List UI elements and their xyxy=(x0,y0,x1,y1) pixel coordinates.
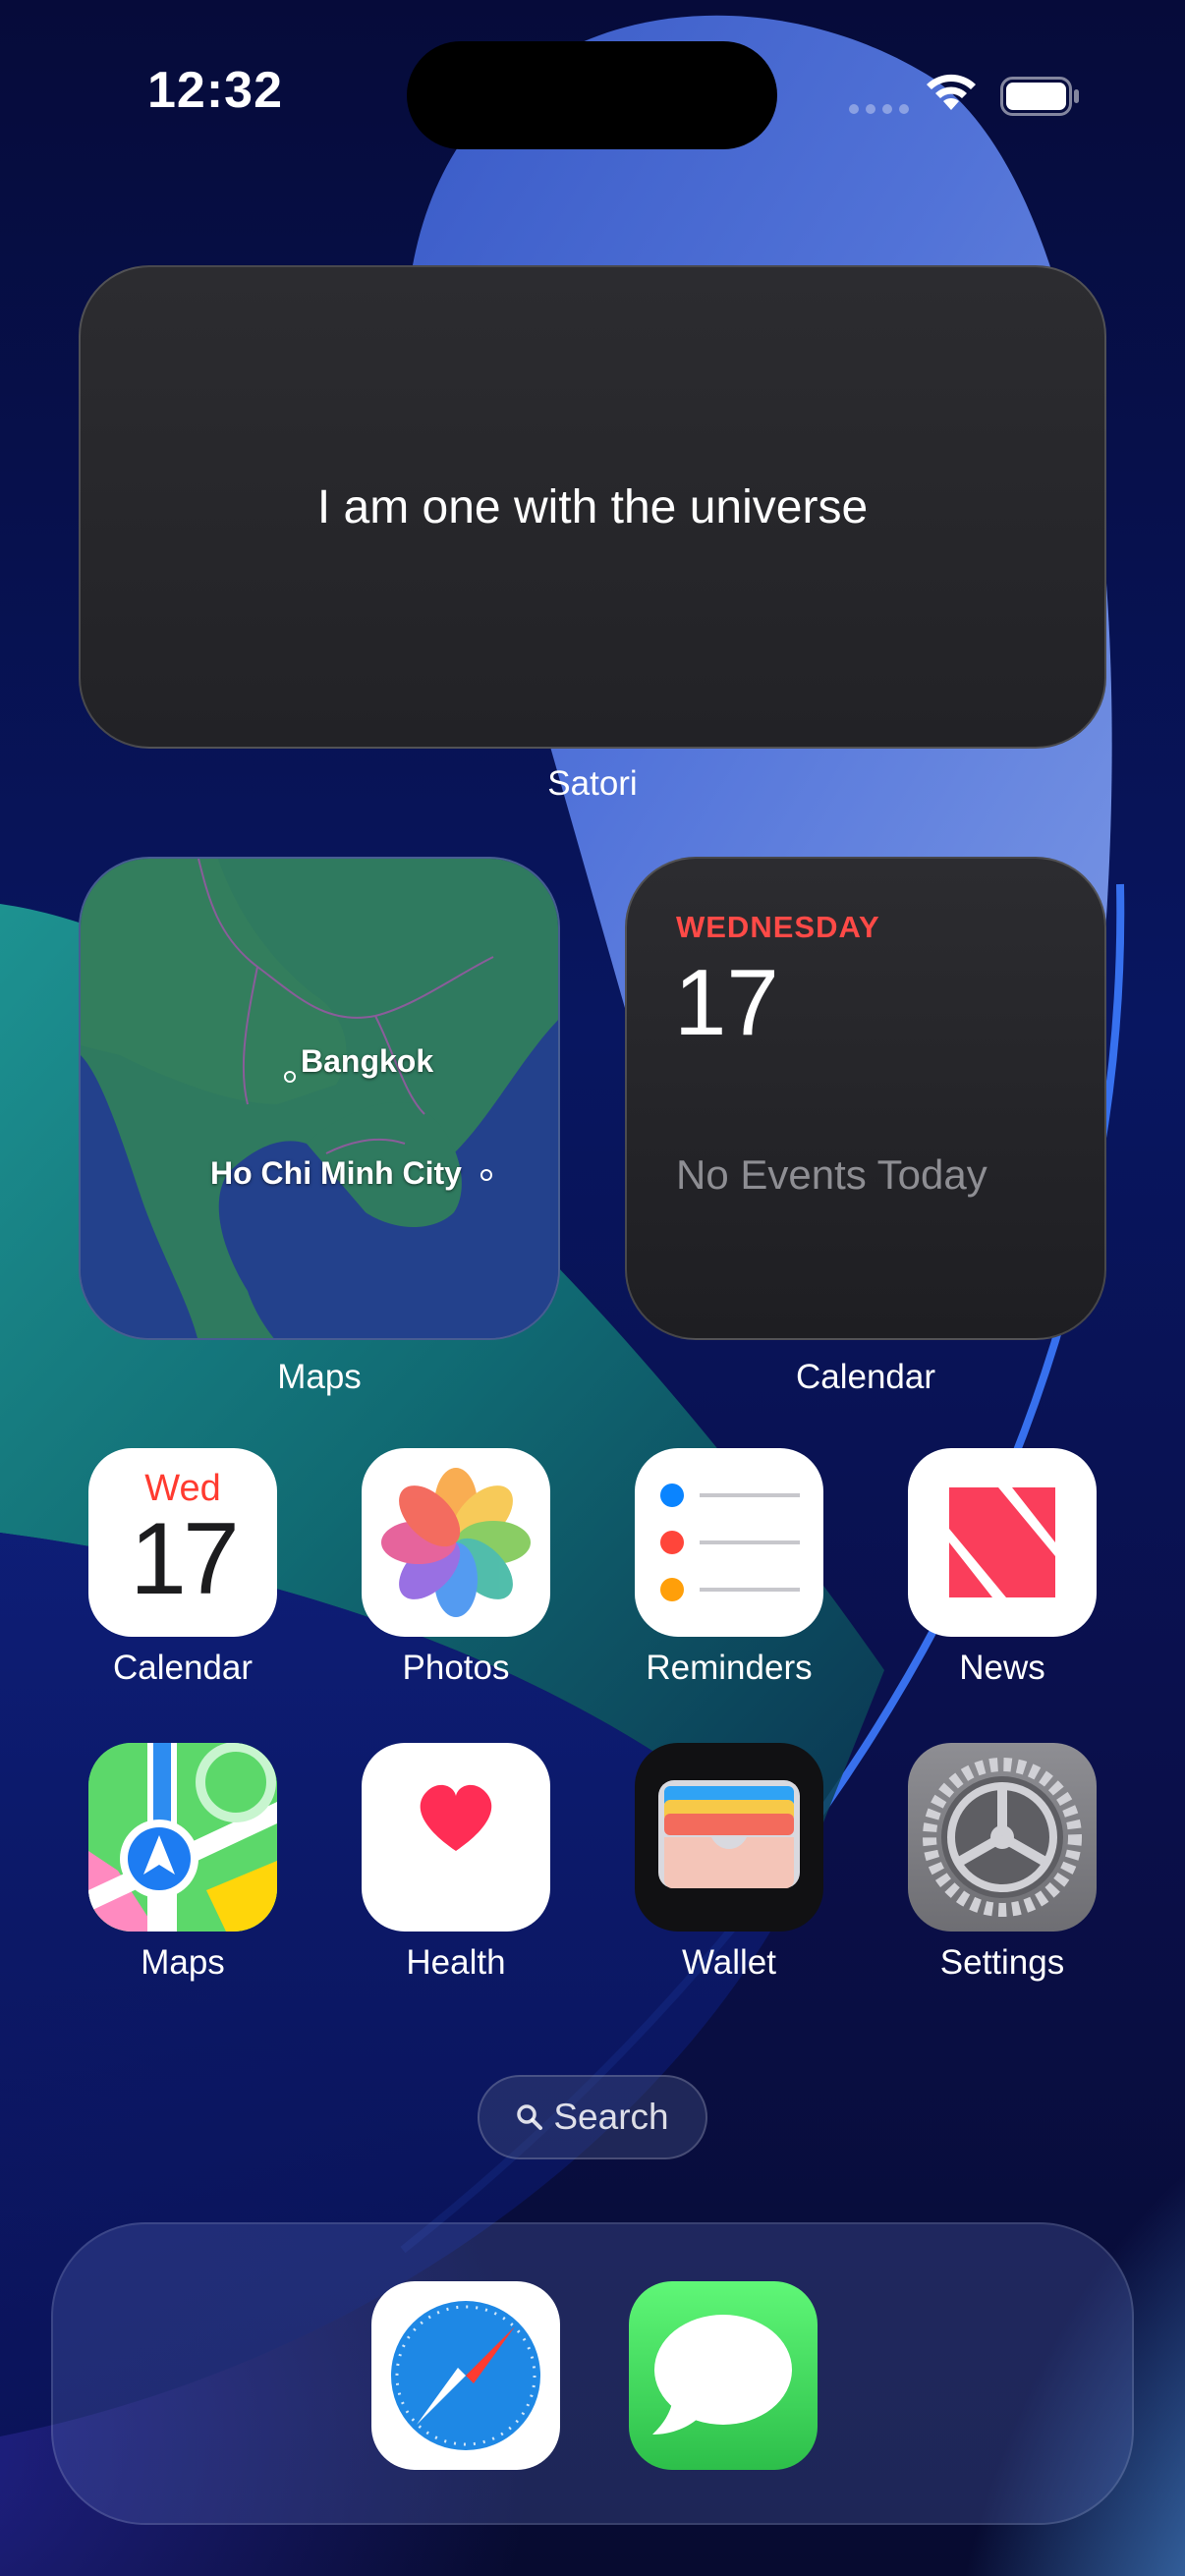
health-icon xyxy=(362,1743,550,1932)
app-reminders[interactable]: Reminders xyxy=(635,1448,823,1688)
calendar-widget[interactable]: WEDNESDAY 17 No Events Today xyxy=(625,857,1106,1340)
calendar-icon-date: 17 xyxy=(130,1502,240,1616)
reminders-icon xyxy=(635,1448,823,1637)
satori-quote: I am one with the universe xyxy=(316,480,869,533)
dynamic-island xyxy=(407,41,777,149)
app-news[interactable]: News xyxy=(908,1448,1097,1688)
app-label: Photos xyxy=(402,1649,510,1687)
calendar-icon: Wed 17 xyxy=(88,1448,277,1637)
spotlight-search-button[interactable]: Search xyxy=(478,2075,707,2159)
app-label: Reminders xyxy=(646,1649,813,1687)
calendar-date: 17 xyxy=(674,950,779,1055)
maps-widget-label: Maps xyxy=(277,1358,362,1396)
app-maps[interactable]: Maps xyxy=(88,1743,277,1983)
messages-icon[interactable] xyxy=(629,2281,818,2470)
safari-icon[interactable] xyxy=(371,2281,560,2470)
map-image xyxy=(81,859,558,1338)
app-label: Calendar xyxy=(112,1649,254,1687)
dock xyxy=(51,2222,1134,2525)
search-label: Search xyxy=(553,2097,669,2137)
app-health[interactable]: Health xyxy=(362,1743,550,1983)
maps-icon xyxy=(88,1743,277,1932)
home-screen: 12:32 I am one with the universe Satori xyxy=(0,0,1185,2576)
app-label: Health xyxy=(406,1943,506,1982)
maps-widget[interactable]: Bangkok Ho Chi Minh City xyxy=(79,857,560,1340)
calendar-widget-label: Calendar xyxy=(795,1358,936,1396)
app-wallet[interactable]: Wallet xyxy=(635,1743,823,1983)
app-photos[interactable]: Photos xyxy=(362,1448,550,1688)
photos-icon xyxy=(362,1448,550,1637)
calendar-events: No Events Today xyxy=(676,1151,988,1198)
wallet-icon xyxy=(635,1743,823,1932)
app-calendar[interactable]: Wed 17 Calendar xyxy=(88,1448,277,1688)
status-time: 12:32 xyxy=(147,62,283,119)
app-settings[interactable]: Settings xyxy=(908,1743,1097,1983)
app-label: News xyxy=(959,1649,1045,1687)
search-icon xyxy=(517,2104,543,2130)
battery-icon xyxy=(1000,77,1079,116)
map-city-label: Ho Chi Minh City xyxy=(210,1155,462,1191)
satori-widget-label: Satori xyxy=(547,764,638,803)
app-label: Settings xyxy=(939,1943,1065,1982)
satori-widget[interactable]: I am one with the universe xyxy=(79,265,1106,749)
cellular-signal-icon xyxy=(849,104,909,114)
wifi-icon xyxy=(927,74,976,110)
settings-icon xyxy=(908,1743,1097,1932)
map-city-label: Bangkok xyxy=(301,1043,434,1079)
news-icon xyxy=(908,1448,1097,1637)
calendar-weekday: WEDNESDAY xyxy=(676,910,880,944)
app-label: Maps xyxy=(141,1943,225,1982)
app-label: Wallet xyxy=(682,1943,776,1982)
